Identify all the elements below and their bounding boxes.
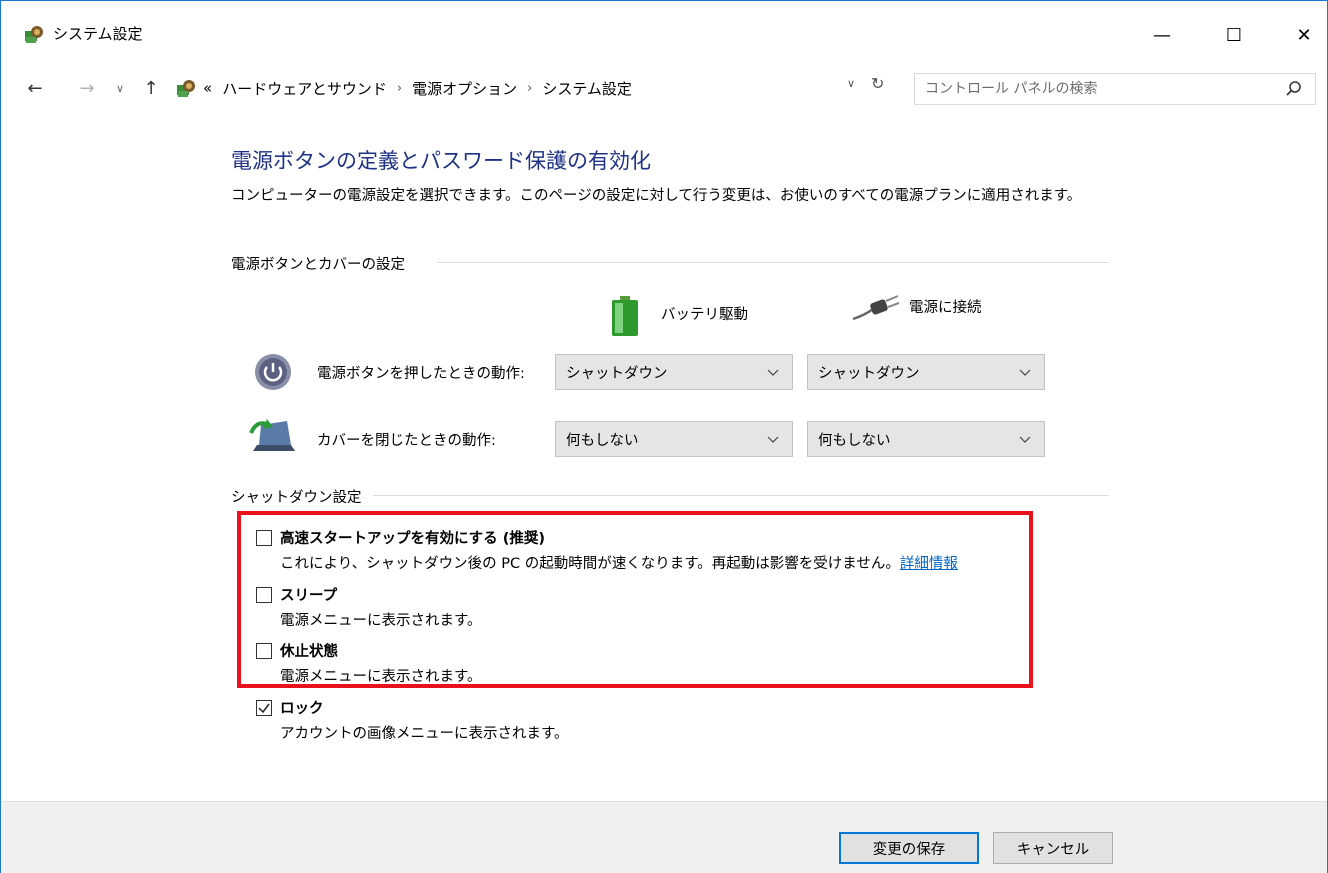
more-info-link[interactable]: 詳細情報 — [900, 556, 958, 572]
fast-startup-description: これにより、シャットダウン後の PC の起動時間が速くなります。再起動は影響を受… — [280, 552, 958, 573]
breadcrumb: « ハードウェアとサウンド › 電源オプション › システム設定 — [203, 78, 632, 99]
sleep-description: 電源メニューに表示されます。 — [280, 613, 482, 629]
refresh-icon[interactable]: ↻ — [871, 74, 884, 93]
plugged-column-header: 電源に接続 — [851, 289, 982, 323]
group-divider — [437, 262, 1109, 263]
fast-startup-label[interactable]: 高速スタートアップを有効にする (推奨) — [280, 527, 545, 548]
lock-label[interactable]: ロック — [280, 697, 324, 718]
group-divider — [373, 495, 1109, 496]
chevron-down-icon — [767, 369, 779, 376]
sleep-checkbox[interactable] — [256, 587, 272, 603]
shutdown-settings-group-label: シャットダウン設定 — [231, 490, 362, 506]
sleep-label[interactable]: スリープ — [280, 584, 337, 605]
select-value: シャットダウン — [566, 365, 668, 382]
power-button-battery-select[interactable]: シャットダウン — [555, 354, 793, 390]
lock-checkbox[interactable] — [256, 700, 272, 716]
recent-locations-icon[interactable]: ∨ — [111, 75, 129, 101]
search-box[interactable] — [914, 73, 1316, 105]
address-dropdown-icon[interactable]: ∨ — [847, 77, 855, 90]
hibernate-checkbox[interactable] — [256, 643, 272, 659]
title-bar: システム設定 — ☐ ✕ — [1, 1, 1327, 65]
breadcrumb-item-power-options[interactable]: 電源オプション — [412, 78, 517, 99]
control-panel-icon — [25, 26, 43, 43]
select-value: 何もしない — [818, 432, 891, 449]
breadcrumb-separator-icon[interactable]: › — [527, 81, 532, 96]
close-button[interactable]: ✕ — [1281, 15, 1327, 55]
main-content: 電源ボタンの定義とパスワード保護の有効化 コンピューターの電源設定を選択できます… — [1, 111, 1327, 791]
battery-column-header: バッテリ駆動 — [609, 289, 748, 337]
laptop-lid-icon — [249, 419, 295, 451]
address-bar[interactable]: « ハードウェアとサウンド › 電源オプション › システム設定 ∨ ↻ — [171, 73, 899, 103]
up-button[interactable]: ↑ — [139, 75, 163, 101]
search-input[interactable] — [925, 81, 1265, 97]
search-icon[interactable] — [1285, 80, 1303, 98]
lid-close-battery-select[interactable]: 何もしない — [555, 421, 793, 457]
power-settings-group-label: 電源ボタンとカバーの設定 — [231, 257, 405, 273]
forward-button[interactable]: → — [73, 75, 101, 101]
chevron-down-icon — [767, 436, 779, 443]
hibernate-description: 電源メニューに表示されます。 — [280, 669, 482, 685]
navigation-bar: ← → ∨ ↑ « ハードウェアとサウンド › 電源オプション › システム設定… — [1, 65, 1327, 111]
lid-close-plugged-select[interactable]: 何もしない — [807, 421, 1045, 457]
lock-description: アカウントの画像メニューに表示されます。 — [280, 726, 569, 742]
breadcrumb-item-hardware[interactable]: ハードウェアとサウンド — [222, 78, 387, 99]
plugged-column-label: 電源に接続 — [909, 299, 982, 316]
chevron-down-icon — [1019, 436, 1031, 443]
chevron-down-icon — [1019, 369, 1031, 376]
fast-startup-checkbox[interactable] — [256, 530, 272, 546]
hibernate-label[interactable]: 休止状態 — [280, 640, 338, 661]
cancel-button[interactable]: キャンセル — [993, 832, 1113, 864]
select-value: シャットダウン — [818, 365, 920, 382]
back-button[interactable]: ← — [21, 75, 49, 101]
fast-startup-description-text: これにより、シャットダウン後の PC の起動時間が速くなります。再起動は影響を受… — [280, 556, 900, 572]
breadcrumb-overflow[interactable]: « — [203, 79, 212, 97]
power-plug-icon — [852, 295, 900, 321]
lid-close-action-label: カバーを閉じたときの動作: — [317, 433, 496, 449]
page-description: コンピューターの電源設定を選択できます。このページの設定に対して行う変更は、お使… — [231, 188, 1082, 204]
control-panel-icon — [177, 80, 195, 97]
page-title: 電源ボタンの定義とパスワード保護の有効化 — [231, 149, 651, 173]
battery-column-label: バッテリ駆動 — [661, 306, 748, 323]
control-panel-window: システム設定 — ☐ ✕ ← → ∨ ↑ « ハードウェアとサウンド › 電源オ… — [0, 0, 1328, 873]
save-changes-button[interactable]: 変更の保存 — [839, 832, 979, 864]
maximize-button[interactable]: ☐ — [1211, 15, 1257, 55]
footer-bar: 変更の保存 キャンセル — [1, 801, 1327, 873]
window-title: システム設定 — [53, 25, 143, 43]
checkmark-icon — [258, 703, 270, 714]
breadcrumb-item-system-settings[interactable]: システム設定 — [542, 78, 632, 99]
minimize-button[interactable]: — — [1139, 15, 1185, 55]
power-button-plugged-select[interactable]: シャットダウン — [807, 354, 1045, 390]
select-value: 何もしない — [566, 432, 639, 449]
battery-icon — [612, 296, 638, 336]
power-button-icon — [255, 354, 291, 390]
power-button-action-label: 電源ボタンを押したときの動作: — [317, 366, 525, 382]
breadcrumb-separator-icon[interactable]: › — [397, 81, 402, 96]
